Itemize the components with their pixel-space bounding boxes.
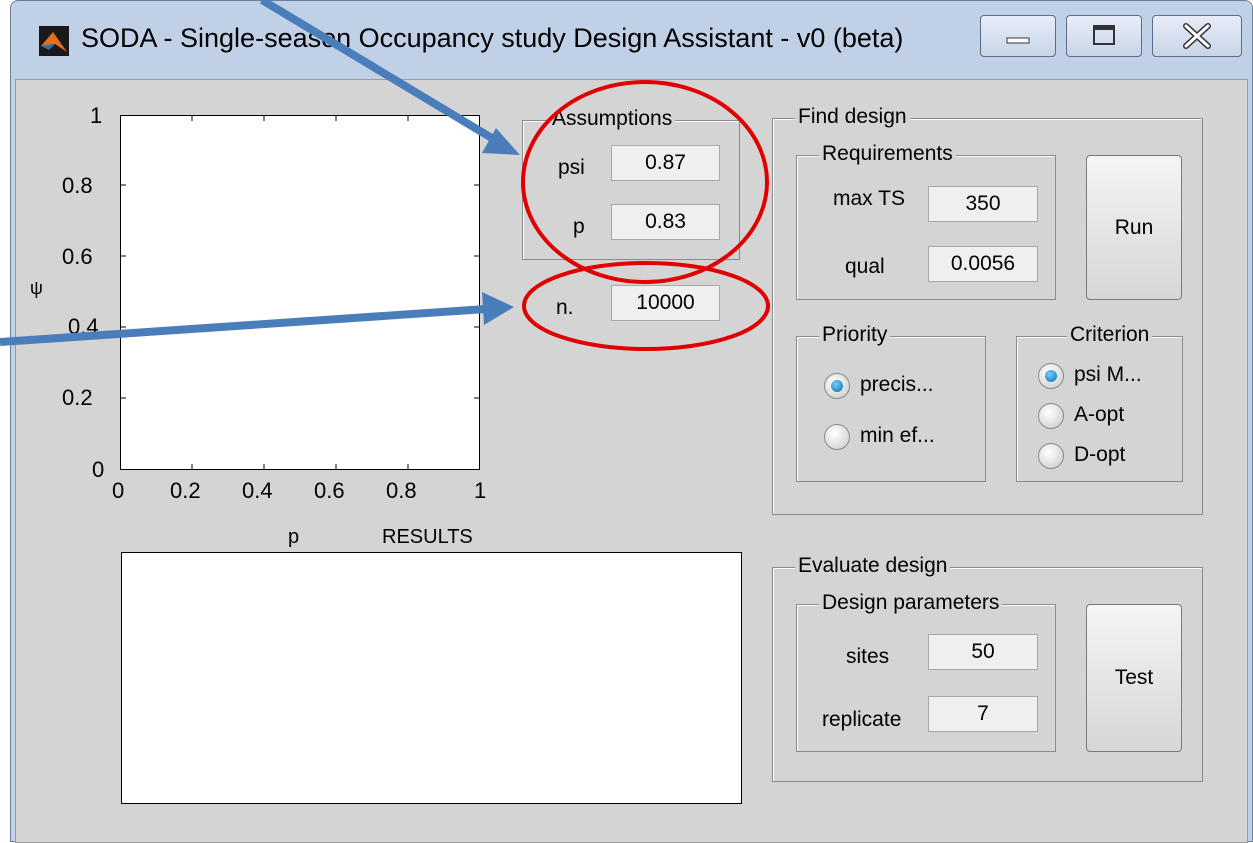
replicate-input[interactable]: 7 [928,696,1038,732]
results-label: RESULTS [382,526,473,548]
n-input[interactable]: 10000 [611,285,720,321]
p-input[interactable]: 0.83 [611,204,720,240]
max-ts-label: max TS [833,187,905,210]
test-button[interactable]: Test [1086,604,1182,752]
criterion-a-opt-radio[interactable] [1038,403,1064,429]
design-parameters-title: Design parameters [819,591,1003,615]
matlab-icon [39,26,69,56]
psi-label: psi [558,156,585,179]
x-tick-label: 1 [474,478,487,503]
priority-precision-radio[interactable] [824,373,850,399]
replicate-label: replicate [822,708,902,731]
assumptions-title: Assumptions [549,107,676,131]
criterion-d-opt-radio[interactable] [1038,443,1064,469]
p-label: p [573,215,585,238]
x-tick-label: 0.4 [242,478,273,503]
sites-label: sites [846,645,890,668]
criterion-psi-radio[interactable] [1038,363,1064,389]
y-tick-label: 0.8 [62,173,93,198]
priority-min-effort-label: min ef... [860,424,935,447]
run-button[interactable]: Run [1086,155,1182,300]
x-tick-label: 0 [112,478,125,503]
y-axis-label: ψ [30,278,43,298]
criterion-psi-label: psi M... [1074,363,1142,386]
x-axis-label: p [288,526,300,548]
sites-input[interactable]: 50 [928,634,1038,670]
y-tick-label: 0.6 [62,244,93,269]
qual-label: qual [845,255,885,278]
maximize-button[interactable] [1066,15,1142,57]
results-listbox[interactable] [121,552,742,804]
priority-precision-label: precis... [860,373,934,396]
psi-p-axes[interactable] [120,115,480,470]
qual-input[interactable]: 0.0056 [928,246,1038,282]
x-tick-label: 0.6 [314,478,345,503]
priority-min-effort-radio[interactable] [824,424,850,450]
priority-panel: Priority [796,323,986,482]
y-tick-label: 0.2 [62,385,93,410]
max-ts-input[interactable]: 350 [928,186,1038,222]
maximize-icon [1093,25,1115,45]
close-button[interactable] [1152,15,1242,57]
window-title: SODA - Single-season Occupancy study Des… [81,23,904,53]
minimize-icon [1006,37,1030,44]
criterion-title: Criterion [1067,323,1153,347]
priority-title: Priority [819,323,891,347]
psi-input[interactable]: 0.87 [611,145,720,181]
y-tick-label: 0.4 [68,314,99,339]
title-bar[interactable]: SODA - Single-season Occupancy study Des… [11,1,1252,79]
close-icon [1183,23,1211,49]
y-tick-label: 0 [92,457,105,482]
x-tick-label: 0.8 [386,478,417,503]
criterion-a-opt-label: A-opt [1074,403,1125,426]
y-tick-label: 1 [90,103,103,128]
criterion-d-opt-label: D-opt [1074,443,1126,466]
minimize-button[interactable] [980,15,1056,57]
find-design-title: Find design [795,105,910,129]
evaluate-design-title: Evaluate design [795,554,951,578]
x-tick-label: 0.2 [170,478,201,503]
requirements-title: Requirements [819,142,956,166]
n-label: n. [556,296,574,319]
